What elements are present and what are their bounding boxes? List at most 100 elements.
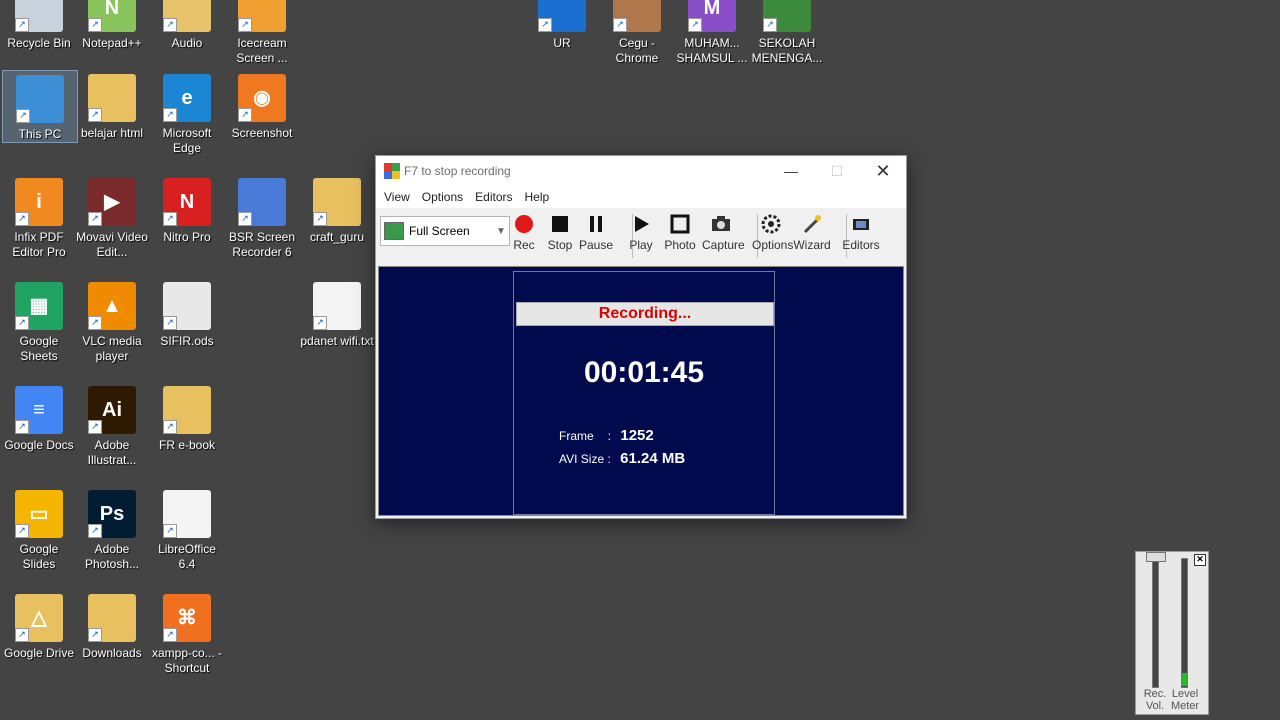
desktop-icon-label: Google Slides xyxy=(19,542,59,571)
shortcut-arrow-icon: ↗ xyxy=(16,109,30,123)
stop-icon xyxy=(548,212,572,236)
rec-volume-slider[interactable] xyxy=(1146,552,1166,562)
minimize-button[interactable]: — xyxy=(768,156,814,186)
photo-label: Photo xyxy=(664,238,696,252)
desktop-icon-movavi[interactable]: ▶ ↗ Movavi Video Edit... xyxy=(75,174,149,260)
desktop-icon-label: Microsoft Edge xyxy=(162,126,212,155)
menu-options[interactable]: Options xyxy=(416,190,469,204)
desktop-icon-libreoffice[interactable]: ↗ LibreOffice 6.4 xyxy=(150,486,224,572)
desktop-icon-bsr[interactable]: ↗ BSR Screen Recorder 6 xyxy=(225,174,299,260)
close-icon: ✕ xyxy=(875,160,891,181)
options-button[interactable]: Options xyxy=(752,212,793,252)
gear-icon xyxy=(759,212,783,236)
recording-banner: Recording... xyxy=(516,302,774,326)
desktop-icon-label: Movavi Video Edit... xyxy=(76,230,148,259)
stop-button[interactable]: Stop xyxy=(541,212,579,252)
close-icon[interactable]: ✕ xyxy=(1194,554,1206,566)
desktop-icon-label: Nitro Pro xyxy=(163,230,211,244)
vlc-icon: ▲ ↗ xyxy=(88,282,136,330)
desktop-icon-notepadpp[interactable]: N ↗ Notepad++ xyxy=(75,0,149,51)
pause-button[interactable]: Pause xyxy=(577,212,615,252)
window-title: F7 to stop recording xyxy=(404,164,511,178)
gdrive-icon: △ ↗ xyxy=(15,594,63,642)
shortcut-arrow-icon: ↗ xyxy=(15,420,29,434)
desktop-icon-label: Google Drive xyxy=(3,646,75,660)
wizard-button[interactable]: Wizard xyxy=(793,212,831,252)
rec-button[interactable]: Rec xyxy=(505,212,543,252)
menu-view[interactable]: View xyxy=(378,190,416,204)
desktop-icon-label: Infix PDF Editor Pro xyxy=(12,230,66,259)
photo-button[interactable]: Photo xyxy=(661,212,699,252)
capture-button[interactable]: Capture xyxy=(702,212,745,252)
desktop-icon-downloads[interactable]: ↗ Downloads xyxy=(75,590,149,661)
desktop-icon-edge[interactable]: e ↗ Microsoft Edge xyxy=(150,70,224,156)
record-icon xyxy=(512,212,536,236)
rec-volume-track[interactable] xyxy=(1152,558,1159,688)
desktop-icon-nitro[interactable]: N ↗ Nitro Pro xyxy=(150,174,224,245)
desktop-icon-audio[interactable]: ↗ Audio xyxy=(150,0,224,51)
desktop-icon-vlc[interactable]: ▲ ↗ VLC media player xyxy=(75,278,149,364)
desktop-icon-label: craft_guru xyxy=(309,230,365,244)
film-icon xyxy=(849,212,873,236)
pause-label: Pause xyxy=(578,238,614,252)
desktop-icon-belajar[interactable]: ↗ belajar html xyxy=(75,70,149,141)
rec-label: Rec xyxy=(513,238,535,252)
wizard-label: Wizard xyxy=(793,238,831,252)
editors-label: Editors xyxy=(842,238,880,252)
desktop-icon-sifir[interactable]: ↗ SIFIR.ods xyxy=(150,278,224,349)
title-bar[interactable]: F7 to stop recording — ☐ ✕ xyxy=(376,156,906,186)
editors-button[interactable]: Editors xyxy=(842,212,880,252)
desktop-icon-xampp[interactable]: ⌘ ↗ xampp-co... - Shortcut xyxy=(150,590,224,676)
desktop-icon-craft[interactable]: ↗ craft_guru xyxy=(300,174,374,245)
desktop-icon-muham[interactable]: M ↗ MUHAM... SHAMSUL ... xyxy=(675,0,749,66)
shortcut-arrow-icon: ↗ xyxy=(163,316,177,330)
desktop-icon-label: SIFIR.ods xyxy=(160,334,214,348)
desktop-icon-gdrive[interactable]: △ ↗ Google Drive xyxy=(2,590,76,661)
menu-editors[interactable]: Editors xyxy=(469,190,518,204)
desktop-icon-ur[interactable]: ↗ UR xyxy=(525,0,599,51)
shortcut-arrow-icon: ↗ xyxy=(163,212,177,226)
desktop-icon-pdanet[interactable]: ↗ pdanet wifi.txt xyxy=(300,278,374,349)
craft-icon: ↗ xyxy=(313,178,361,226)
desktop-icon-infix[interactable]: i ↗ Infix PDF Editor Pro xyxy=(2,174,76,260)
desktop-icon-recycle[interactable]: ↗ Recycle Bin xyxy=(2,0,76,51)
desktop-icon-photoshop[interactable]: Ps ↗ Adobe Photosh... xyxy=(75,486,149,572)
desktop-icon-label: Adobe Illustrat... xyxy=(87,438,137,467)
camera-icon xyxy=(709,212,733,236)
menu-help[interactable]: Help xyxy=(519,190,556,204)
minimize-icon: — xyxy=(784,163,798,179)
desktop-icon-sekolah[interactable]: ↗ SEKOLAH MENENGA... xyxy=(750,0,824,66)
desktop-icon-label: Recycle Bin xyxy=(7,36,71,50)
shortcut-arrow-icon: ↗ xyxy=(163,628,177,642)
recorder-window[interactable]: F7 to stop recording — ☐ ✕ View Options Ed… xyxy=(375,155,907,519)
desktop-icon-illustrator[interactable]: Ai ↗ Adobe Illustrat... xyxy=(75,382,149,468)
shortcut-arrow-icon: ↗ xyxy=(88,420,102,434)
desktop-icon-screenshot[interactable]: ◉ ↗ Screenshot xyxy=(225,70,299,141)
desktop-icon-cegu[interactable]: ↗ Cegu - Chrome xyxy=(600,0,674,66)
desktop-icon-thispc[interactable]: ↗ This PC xyxy=(2,70,78,143)
screenshot-icon: ◉ ↗ xyxy=(238,74,286,122)
icecream-icon: ↗ xyxy=(238,0,286,32)
desktop-icon-label: Google Docs xyxy=(4,438,74,452)
avi-size-label: AVI Size xyxy=(559,452,605,466)
shortcut-arrow-icon: ↗ xyxy=(15,628,29,642)
desktop-icon-frebook[interactable]: ↗ FR e-book xyxy=(150,382,224,453)
shortcut-arrow-icon: ↗ xyxy=(763,18,777,32)
maximize-icon: ☐ xyxy=(830,162,844,179)
shortcut-arrow-icon: ↗ xyxy=(163,108,177,122)
desktop-icon-label: Icecream Screen ... xyxy=(236,36,288,65)
maximize-button[interactable]: ☐ xyxy=(814,156,860,186)
source-select[interactable]: Full Screen ▼ xyxy=(380,216,510,246)
desktop-icon-label: Screenshot xyxy=(231,126,293,140)
desktop-icon-icecream[interactable]: ↗ Icecream Screen ... xyxy=(225,0,299,66)
shortcut-arrow-icon: ↗ xyxy=(88,108,102,122)
toolbar: Full Screen ▼ Rec Stop Pause Play Photo Captu… xyxy=(376,208,906,264)
play-button[interactable]: Play xyxy=(622,212,660,252)
desktop-icon-gslides[interactable]: ▭ ↗ Google Slides xyxy=(2,486,76,572)
shortcut-arrow-icon: ↗ xyxy=(15,524,29,538)
shortcut-arrow-icon: ↗ xyxy=(88,18,102,32)
shortcut-arrow-icon: ↗ xyxy=(613,18,627,32)
desktop-icon-gdocs[interactable]: ≡ ↗ Google Docs xyxy=(2,382,76,453)
desktop-icon-gsheets[interactable]: ▦ ↗ Google Sheets xyxy=(2,278,76,364)
close-button[interactable]: ✕ xyxy=(860,156,906,186)
